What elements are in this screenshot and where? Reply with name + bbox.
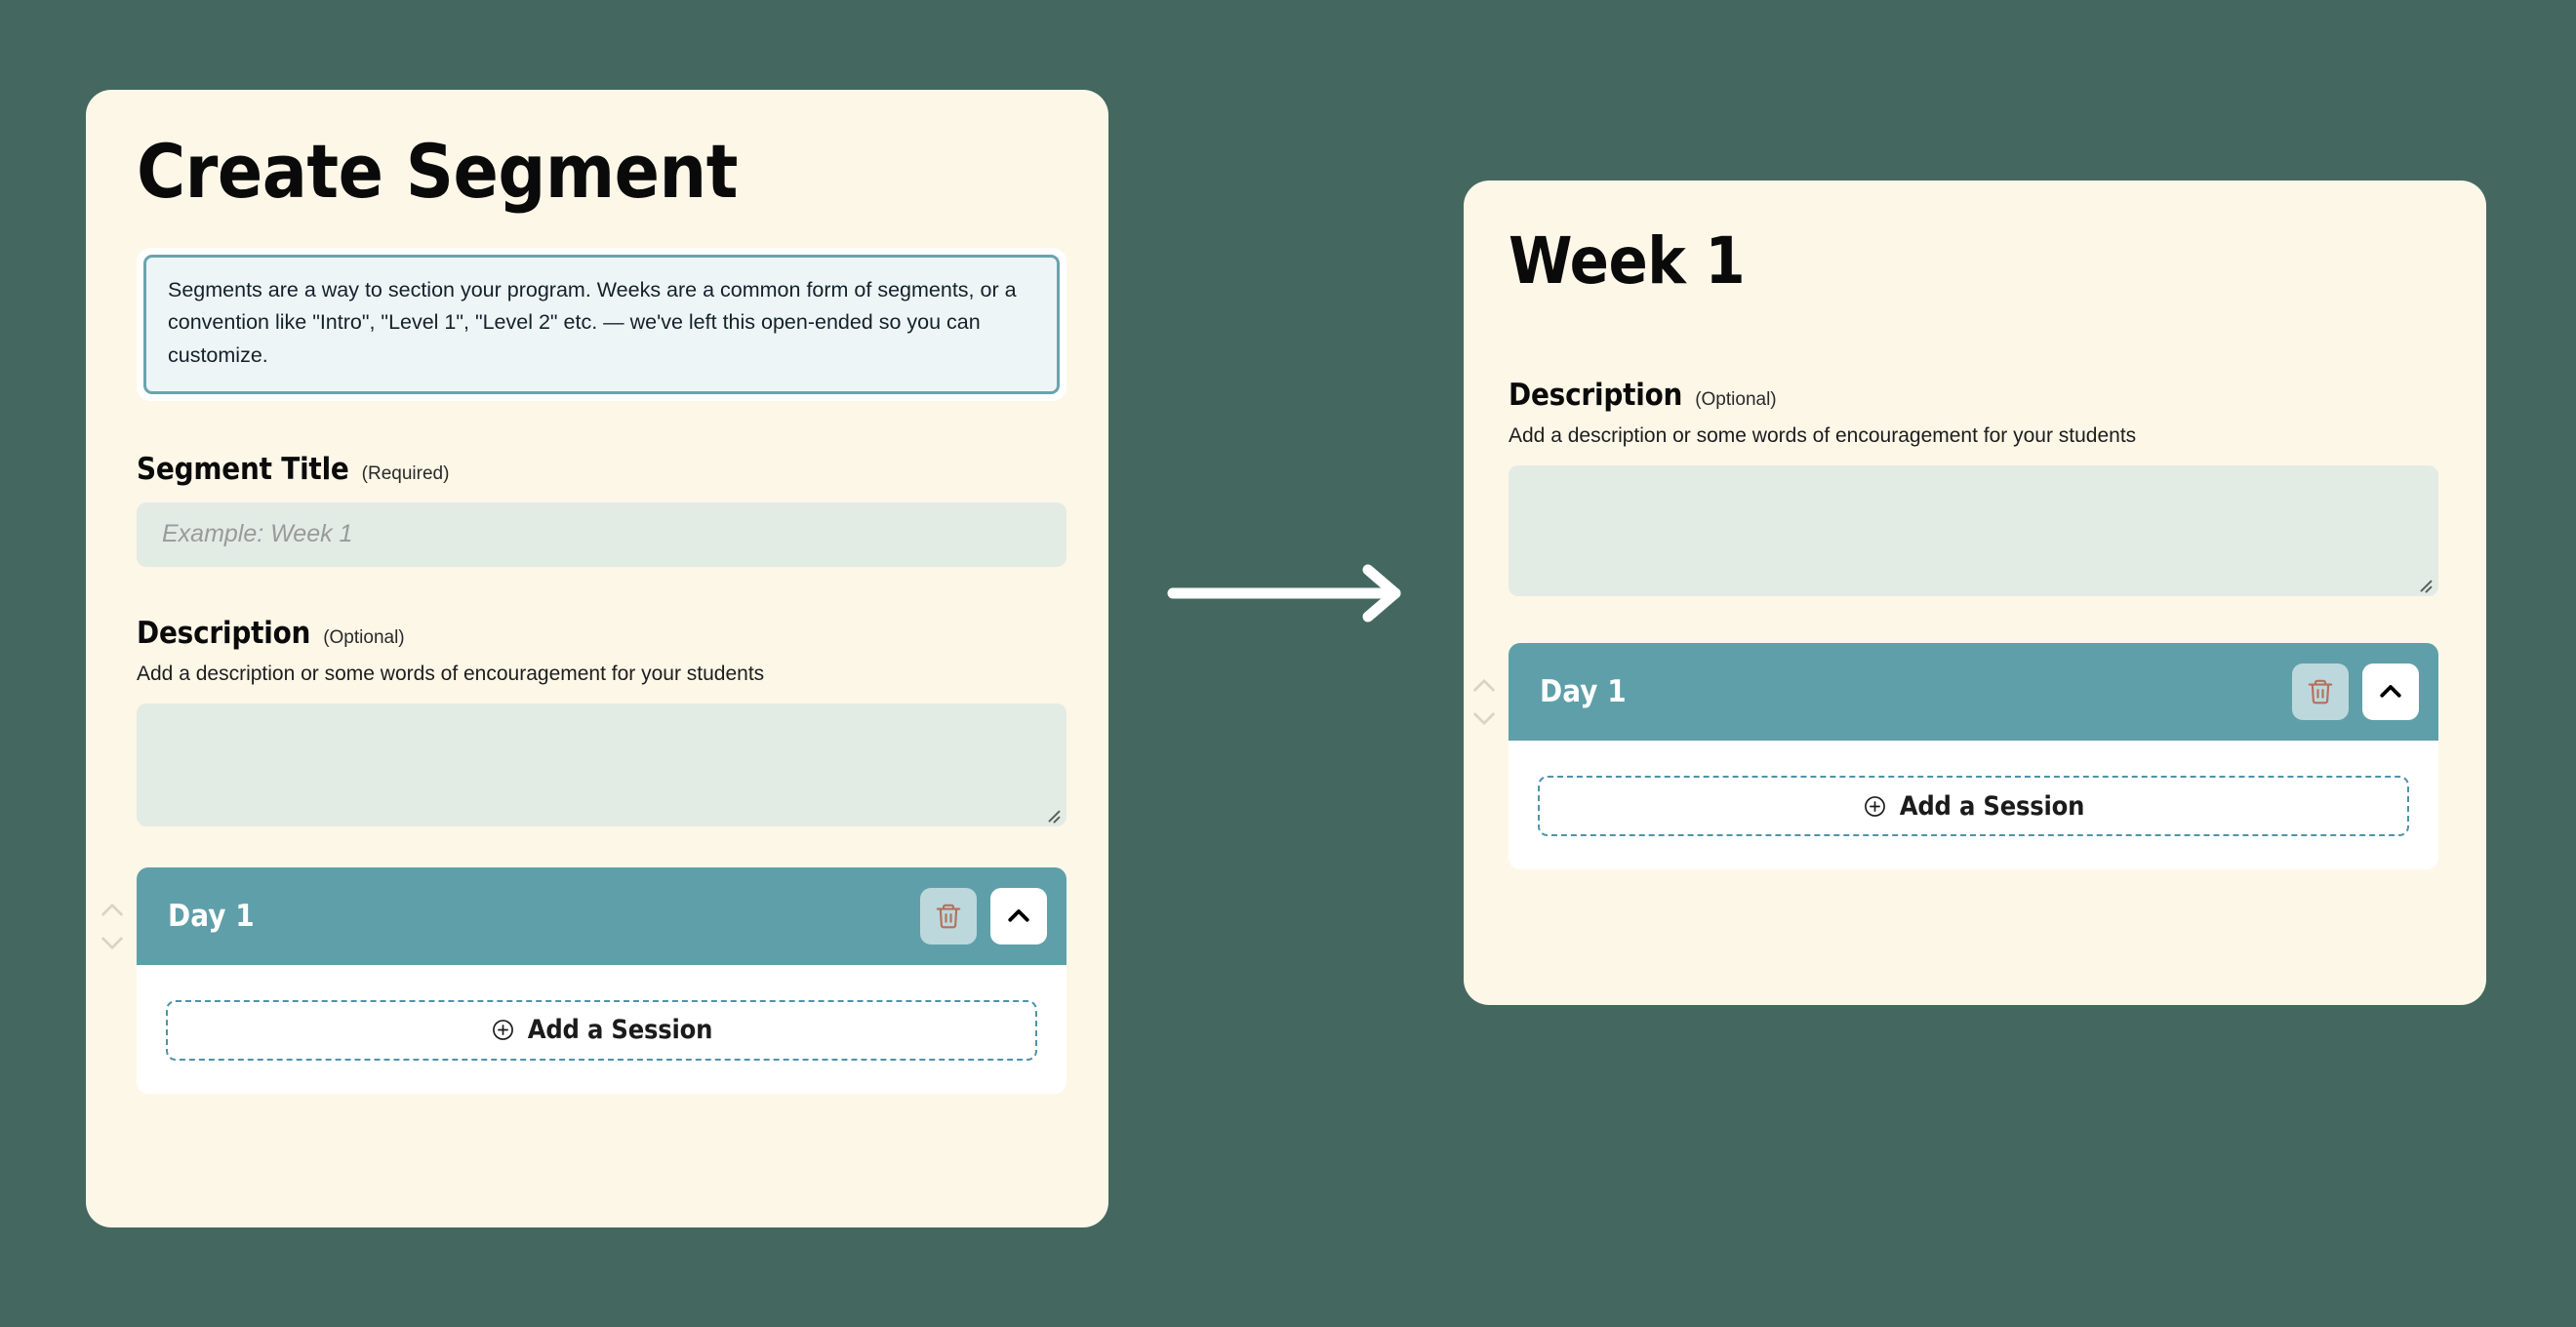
description-optional-note: (Optional) xyxy=(323,626,405,648)
result-delete-day-button[interactable] xyxy=(2292,664,2349,720)
description-label-row: Description (Optional) xyxy=(137,616,1069,651)
result-day-actions xyxy=(2292,664,2419,720)
collapse-day-button[interactable] xyxy=(990,887,1047,945)
day-block: Day 1 Add a Session xyxy=(137,866,1069,1094)
arrow-right-icon xyxy=(1167,564,1401,623)
move-down-icon[interactable] xyxy=(1473,709,1494,721)
result-description-optional-note: (Optional) xyxy=(1695,389,1777,410)
day-actions xyxy=(920,887,1047,945)
info-callout-inner: Segments are a way to section your progr… xyxy=(143,255,1060,394)
segment-title-label-row: Segment Title (Required) xyxy=(137,452,1069,487)
page-title: Create Segment xyxy=(137,128,738,215)
screen: Create Segment Segments are a way to sec… xyxy=(0,0,2576,1327)
result-add-session-button[interactable]: Add a Session xyxy=(1538,776,2409,836)
description-label: Description xyxy=(137,615,311,651)
segment-title-required-note: (Required) xyxy=(361,462,450,484)
week-result-panel: Week 1 Description (Optional) Add a desc… xyxy=(1464,181,2486,1005)
result-description-label: Description xyxy=(1509,378,1683,413)
description-hint: Add a description or some words of encou… xyxy=(137,662,765,685)
create-segment-panel: Create Segment Segments are a way to sec… xyxy=(86,90,1108,1227)
segment-title-input[interactable]: Example: Week 1 xyxy=(137,502,1067,567)
add-session-button[interactable]: Add a Session xyxy=(166,999,1037,1061)
result-description-hint: Add a description or some words of encou… xyxy=(1509,424,2137,447)
day-header: Day 1 xyxy=(137,866,1067,965)
move-down-icon[interactable] xyxy=(101,934,122,945)
plus-circle-icon xyxy=(492,1020,513,1041)
result-day-title: Day 1 xyxy=(1540,674,1627,709)
resize-handle-icon[interactable] xyxy=(2415,574,2433,594)
result-day-reorder-controls xyxy=(1467,680,1500,721)
result-day-header: Day 1 xyxy=(1509,643,2438,741)
description-textarea[interactable] xyxy=(137,703,1067,826)
week-title: Week 1 xyxy=(1509,223,1746,299)
trash-icon xyxy=(2308,679,2333,704)
flow-arrow xyxy=(1167,564,1411,623)
plus-circle-icon xyxy=(1864,795,1885,817)
info-callout: Segments are a way to section your progr… xyxy=(137,248,1067,401)
result-collapse-day-button[interactable] xyxy=(2362,664,2419,720)
move-up-icon[interactable] xyxy=(101,905,122,916)
result-description-label-row: Description (Optional) xyxy=(1509,378,2447,413)
result-add-session-label: Add a Session xyxy=(1899,790,2085,822)
result-description-textarea[interactable] xyxy=(1509,465,2438,596)
chevron-up-icon xyxy=(1008,909,1029,922)
segment-title-label: Segment Title xyxy=(137,451,349,487)
day-title: Day 1 xyxy=(168,898,255,934)
move-up-icon[interactable] xyxy=(1473,680,1494,692)
day-body: Add a Session xyxy=(137,965,1067,1094)
chevron-up-icon xyxy=(2380,685,2401,698)
day-card: Day 1 Add a Session xyxy=(137,866,1067,1094)
trash-icon xyxy=(936,904,961,929)
info-callout-text: Segments are a way to section your progr… xyxy=(168,278,1017,367)
result-day-block: Day 1 Add a Session xyxy=(1509,643,2447,869)
result-day-body: Add a Session xyxy=(1509,741,2438,869)
result-day-card: Day 1 Add a Session xyxy=(1509,643,2438,869)
resize-handle-icon[interactable] xyxy=(1043,804,1061,824)
day-reorder-controls xyxy=(95,905,128,945)
add-session-label: Add a Session xyxy=(527,1015,713,1046)
delete-day-button[interactable] xyxy=(920,887,977,945)
